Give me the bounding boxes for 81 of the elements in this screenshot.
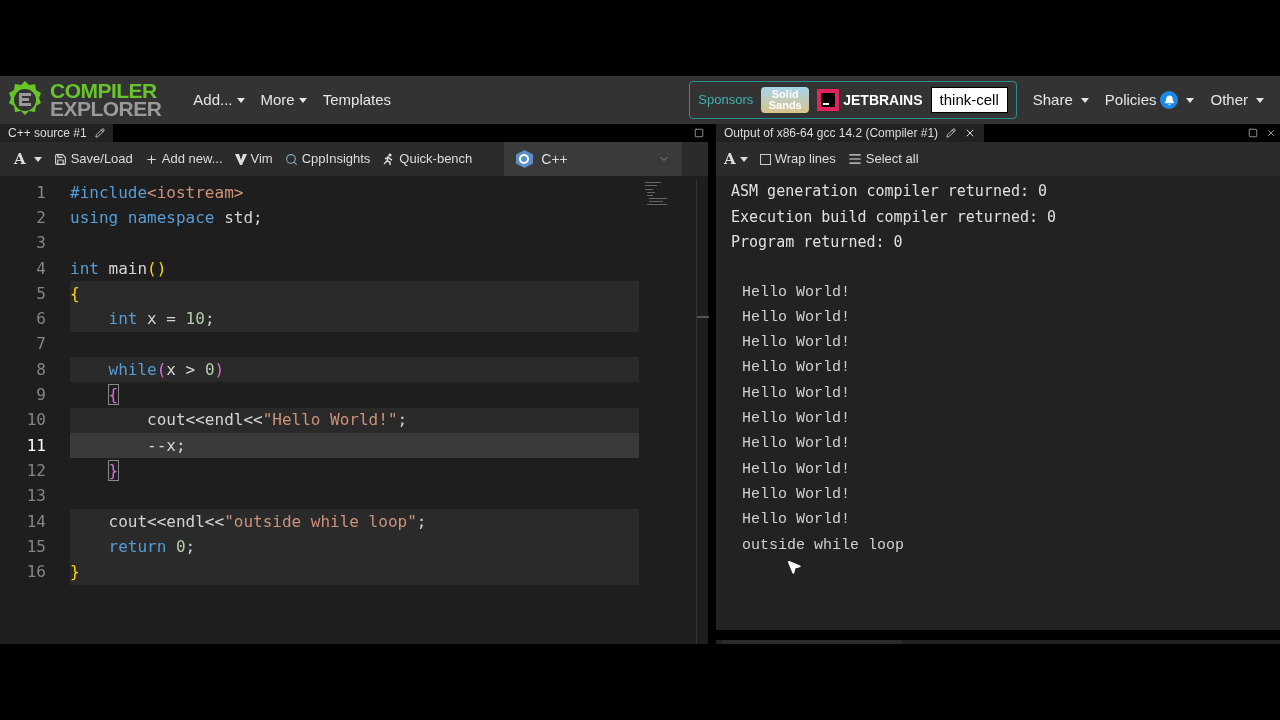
sponsors-label: Sponsors xyxy=(698,91,754,110)
code-line: { xyxy=(107,384,120,407)
line-number: 11 xyxy=(25,434,46,457)
nav-menu[interactable]: Other xyxy=(1202,88,1272,112)
maximize-icon[interactable] xyxy=(694,128,704,138)
toolbar-button[interactable]: CppInsights xyxy=(278,142,377,176)
compiler-status-line: Program returned: 0 xyxy=(730,232,904,253)
line-number: 13 xyxy=(25,485,46,508)
nav-menu[interactable]: Add... xyxy=(185,88,253,112)
program-output-line: Hello World! xyxy=(742,434,851,455)
vim-icon xyxy=(234,153,247,165)
line-number: 12 xyxy=(25,459,46,482)
program-output-line: Hello World! xyxy=(742,383,851,404)
jetbrains-icon xyxy=(817,89,840,111)
nav-menu[interactable]: Share xyxy=(1024,88,1097,112)
sponsor-logo[interactable]: JETBRAINS xyxy=(843,89,923,111)
line-number: 10 xyxy=(25,409,46,432)
pencil-icon xyxy=(94,128,105,138)
pencil-icon xyxy=(946,128,957,138)
caret-icon xyxy=(33,156,42,162)
line-number: 15 xyxy=(25,535,46,558)
nav-menu[interactable]: More xyxy=(252,88,315,112)
sponsor-logo[interactable]: think-cell xyxy=(930,87,1008,113)
compiler-status-line: Execution build compiler returned: 0 xyxy=(730,206,1058,228)
magnifier-icon xyxy=(284,152,298,166)
line-number: 2 xyxy=(35,206,46,229)
font-button[interactable]: A xyxy=(724,147,748,171)
lines-icon xyxy=(847,152,862,166)
toolbar-button[interactable]: A xyxy=(8,142,48,176)
close-icon[interactable] xyxy=(1266,128,1276,138)
toolbar-button[interactable]: Save/Load xyxy=(47,142,139,176)
code-line: } xyxy=(107,459,120,482)
code-line: #include<iostream> xyxy=(70,181,245,204)
cpp-logo-icon xyxy=(516,150,534,168)
bell-icon xyxy=(1160,91,1179,109)
toolbar-button[interactable]: Add new... xyxy=(138,142,229,176)
line-number: 7 xyxy=(35,333,46,356)
save-icon xyxy=(53,152,67,166)
program-output-line: Hello World! xyxy=(742,409,851,430)
select-all-button[interactable]: Select all xyxy=(847,149,919,169)
maximize-icon[interactable] xyxy=(1248,128,1258,138)
caret-icon xyxy=(236,97,245,103)
caret-icon xyxy=(298,97,307,103)
line-number: 6 xyxy=(35,308,46,331)
logo-text: EXPLORER xyxy=(50,100,162,118)
language-select[interactable]: C++ xyxy=(504,142,683,176)
editor-tab[interactable]: C++ source #1 xyxy=(0,124,113,142)
program-output-line: Hello World! xyxy=(742,307,851,328)
language-label: C++ xyxy=(541,149,568,169)
minimap-drawing xyxy=(645,182,667,205)
code-line: using namespace std; xyxy=(70,206,264,229)
program-output-line: Hello World! xyxy=(742,282,851,303)
line-number: 8 xyxy=(35,358,46,381)
program-output-line: Hello World! xyxy=(742,459,851,480)
nav-menu[interactable]: Templates xyxy=(314,88,400,112)
nav-menu[interactable]: Policies xyxy=(1096,88,1203,112)
program-output-line: Hello World! xyxy=(742,510,851,531)
toolbar-button[interactable]: Vim xyxy=(228,142,279,176)
line-number: 16 xyxy=(25,561,46,584)
cursor-icon xyxy=(786,559,802,575)
line-number: 1 xyxy=(35,181,46,204)
program-output-line: Hello World! xyxy=(742,358,851,379)
code-line: int main() xyxy=(70,257,168,280)
line-number: 14 xyxy=(25,510,46,533)
program-output-line: Hello World! xyxy=(742,484,851,505)
logo-text: COMPILER xyxy=(50,82,158,100)
plus-icon xyxy=(144,152,158,166)
toolbar-button[interactable]: Quick-bench xyxy=(376,142,479,176)
caret-icon xyxy=(1256,97,1264,103)
wrap-lines-checkbox[interactable]: Wrap lines xyxy=(759,149,836,169)
compiler-status-line: ASM generation compiler returned: 0 xyxy=(730,181,1049,203)
line-number: 4 xyxy=(35,257,46,280)
program-output-line: Hello World! xyxy=(742,333,851,354)
line-number: 9 xyxy=(35,384,46,406)
output-tab[interactable]: Output of x86-64 gcc 14.2 (Compiler #1) xyxy=(716,124,985,142)
caret-icon xyxy=(1186,97,1195,103)
line-number: 3 xyxy=(35,232,46,255)
line-number: 5 xyxy=(35,282,46,305)
caret-icon xyxy=(1080,97,1089,103)
program-output-line: outside while loop xyxy=(742,535,905,556)
caret-icon xyxy=(739,156,748,162)
